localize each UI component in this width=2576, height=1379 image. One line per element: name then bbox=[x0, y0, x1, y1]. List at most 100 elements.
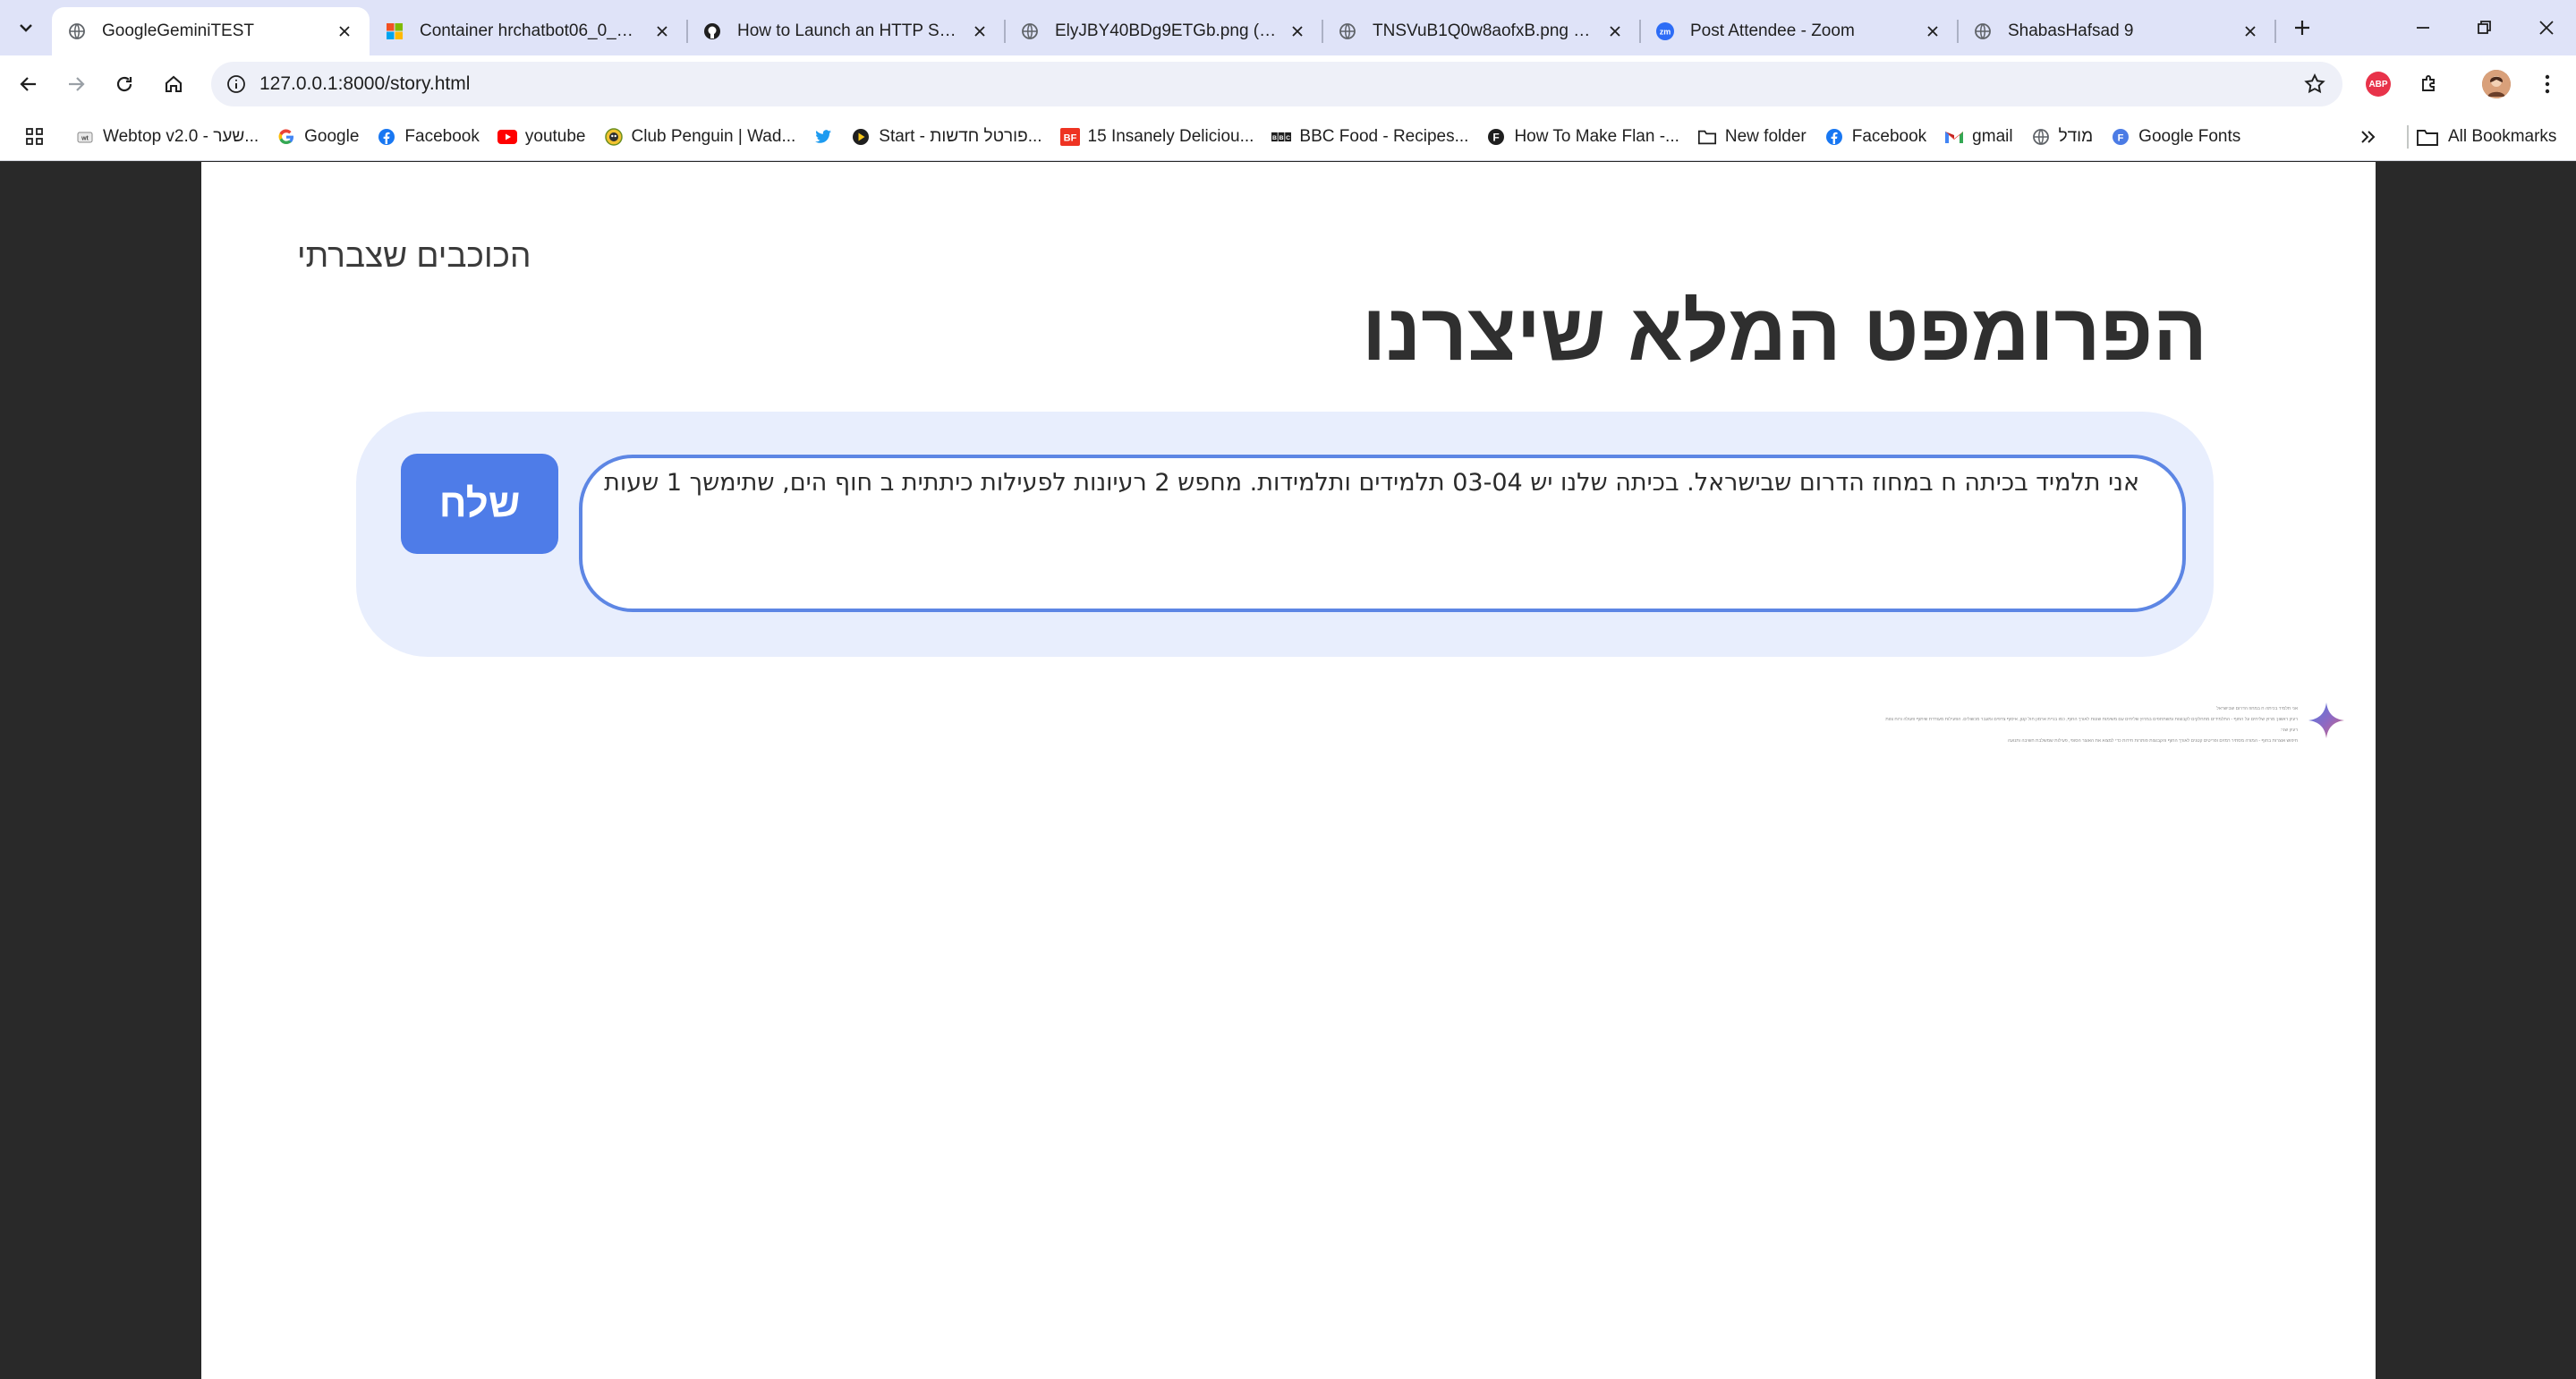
prompt-panel: שלח אני תלמיד בכיתה ח במחוז הדרום שבישרא… bbox=[356, 412, 2214, 657]
bookmark-item[interactable]: F Google Fonts bbox=[2102, 119, 2249, 155]
tab-close-button[interactable] bbox=[1920, 19, 1945, 44]
close-icon bbox=[1927, 26, 1938, 37]
close-icon bbox=[339, 26, 350, 37]
bookmark-item[interactable]: F How To Make Flan -... bbox=[1477, 119, 1688, 155]
bookmark-list: wt Webtop v2.0 - שער... Google Facebook yout… bbox=[66, 113, 2249, 161]
close-window-button[interactable] bbox=[2515, 0, 2576, 55]
bookmark-label: Start - פורטל חדשות... bbox=[879, 127, 1042, 146]
minimize-button[interactable] bbox=[2392, 0, 2454, 55]
browser-tab[interactable]: ElyJBY40BDg9ETGb.png (1280× bbox=[1005, 7, 1323, 55]
stars-collected-link[interactable]: הכוכבים שצברתי bbox=[297, 237, 531, 275]
youtube-icon bbox=[497, 127, 517, 147]
folder-icon bbox=[2417, 130, 2438, 146]
bookmark-label: New folder bbox=[1724, 127, 1807, 146]
adblock-icon[interactable]: ABP bbox=[2366, 72, 2391, 97]
bookmark-label: Facebook bbox=[1851, 127, 1927, 146]
svg-text:F: F bbox=[2118, 133, 2124, 144]
browser-tab[interactable]: TNSVuB1Q0w8aofxB.png (1280 bbox=[1322, 7, 1641, 55]
svg-text:wt: wt bbox=[81, 136, 89, 142]
avatar-icon bbox=[2482, 70, 2511, 98]
facebook-icon bbox=[377, 127, 396, 147]
browser-tab[interactable]: zm Post Attendee - Zoom bbox=[1640, 7, 1959, 55]
menu-button[interactable] bbox=[2530, 67, 2564, 101]
gemini-spark-icon bbox=[2308, 702, 2344, 738]
bookmark-label: gmail bbox=[1972, 127, 2013, 146]
response-line: רעיון שני: bbox=[2280, 728, 2298, 733]
home-icon bbox=[165, 75, 183, 93]
response-line: חיפוש אוצרות בחוף - המורה מסתיר רמזים ופ… bbox=[2007, 738, 2298, 744]
tab-title: How to Launch an HTTP Server bbox=[737, 21, 960, 40]
tab-close-button[interactable] bbox=[1285, 19, 1310, 44]
more-bookmarks-button[interactable] bbox=[2353, 123, 2384, 150]
bookmark-item[interactable]: Start - פורטל חדשות... bbox=[842, 119, 1050, 155]
home-button[interactable] bbox=[157, 67, 191, 101]
bookmark-item[interactable]: wt Webtop v2.0 - שער... bbox=[66, 119, 268, 155]
google-icon bbox=[276, 127, 296, 147]
minimize-icon bbox=[2417, 27, 2429, 29]
send-button[interactable]: שלח bbox=[401, 454, 558, 554]
bookmark-item[interactable]: BF 15 Insanely Deliciou... bbox=[1051, 119, 1263, 155]
site-info-button[interactable] bbox=[220, 68, 252, 100]
browser-tab[interactable]: GoogleGeminiTEST bbox=[52, 7, 370, 55]
svg-text:BF: BF bbox=[1063, 133, 1076, 144]
tab-search-button[interactable] bbox=[9, 11, 43, 45]
address-bar[interactable]: 127.0.0.1:8000/story.html bbox=[211, 62, 2342, 106]
info-icon bbox=[227, 75, 245, 93]
prompt-textarea[interactable]: אני תלמיד בכיתה ח במחוז הדרום שבישראל. ב… bbox=[579, 455, 2186, 612]
bookmark-label: Google bbox=[304, 127, 360, 146]
profile-avatar[interactable] bbox=[2482, 70, 2511, 98]
bookmark-label: Club Penguin | Wad... bbox=[631, 127, 796, 146]
back-button[interactable] bbox=[12, 67, 46, 101]
page-container: הכוכבים שצברתי הפרומפט המלא שיצרנו שלח א… bbox=[201, 162, 2376, 1379]
svg-text:zm: zm bbox=[1660, 28, 1671, 37]
browser-tab[interactable]: How to Launch an HTTP Server bbox=[687, 7, 1006, 55]
github-icon bbox=[701, 21, 723, 42]
tab-close-button[interactable] bbox=[1603, 19, 1628, 44]
bookmark-item[interactable]: New folder bbox=[1688, 119, 1815, 155]
bookmark-item[interactable]: Facebook bbox=[368, 119, 488, 155]
svg-text:C: C bbox=[1287, 135, 1291, 141]
browser-tab[interactable]: Container hrchatbot06_0_0324 bbox=[370, 7, 688, 55]
globe-icon bbox=[66, 21, 88, 42]
forward-button[interactable] bbox=[59, 67, 93, 101]
bookmark-label: How To Make Flan -... bbox=[1514, 127, 1679, 146]
all-bookmarks-button[interactable]: All Bookmarks bbox=[2416, 119, 2556, 155]
close-icon bbox=[1610, 26, 1620, 37]
bookmark-item[interactable]: gmail bbox=[1935, 119, 2021, 155]
reload-button[interactable] bbox=[107, 67, 141, 101]
webtop-icon: wt bbox=[75, 127, 95, 147]
svg-text:B: B bbox=[1279, 135, 1284, 141]
bookmark-star-button[interactable] bbox=[2301, 71, 2328, 98]
bookmark-label: מודל bbox=[2058, 127, 2094, 146]
extensions-button[interactable] bbox=[2412, 67, 2446, 101]
bookmark-item[interactable]: מודל bbox=[2022, 119, 2103, 155]
tab-close-button[interactable] bbox=[967, 19, 992, 44]
bookmark-item[interactable] bbox=[804, 119, 842, 155]
bookmarks-divider bbox=[2407, 125, 2409, 149]
bookmark-item[interactable]: Google bbox=[268, 119, 368, 155]
start-icon bbox=[851, 127, 871, 147]
bookmark-item[interactable]: Club Penguin | Wad... bbox=[595, 119, 805, 155]
bookmark-item[interactable]: youtube bbox=[489, 119, 595, 155]
tab-close-button[interactable] bbox=[2238, 19, 2263, 44]
svg-text:F: F bbox=[1493, 132, 1500, 144]
page-title: הפרומפט המלא שיצרנו bbox=[1362, 288, 2207, 378]
restore-button[interactable] bbox=[2453, 0, 2516, 55]
globe-icon bbox=[1337, 21, 1358, 42]
apps-button[interactable] bbox=[21, 123, 48, 150]
restore-icon bbox=[2478, 21, 2491, 34]
browser-tab[interactable]: ShabasHafsad 9 bbox=[1958, 7, 2276, 55]
bookmark-item[interactable]: Facebook bbox=[1815, 119, 1935, 155]
f-icon: F bbox=[1486, 127, 1506, 147]
new-tab-button[interactable] bbox=[2285, 11, 2319, 45]
bookmark-label: 15 Insanely Deliciou... bbox=[1087, 127, 1254, 146]
close-icon bbox=[1292, 26, 1303, 37]
tab-close-button[interactable] bbox=[650, 19, 675, 44]
bookmark-item[interactable]: B B C BBC Food - Recipes... bbox=[1262, 119, 1477, 155]
url-text[interactable]: 127.0.0.1:8000/story.html bbox=[259, 73, 470, 95]
tab-close-button[interactable] bbox=[332, 19, 357, 44]
tab-title: GoogleGeminiTEST bbox=[102, 21, 255, 40]
star-icon bbox=[2304, 73, 2325, 94]
bookmark-label: Google Fonts bbox=[2138, 127, 2241, 146]
response-line: רעיון ראשון: מרוץ שליחים על החוף - התלמי… bbox=[1885, 717, 2298, 722]
